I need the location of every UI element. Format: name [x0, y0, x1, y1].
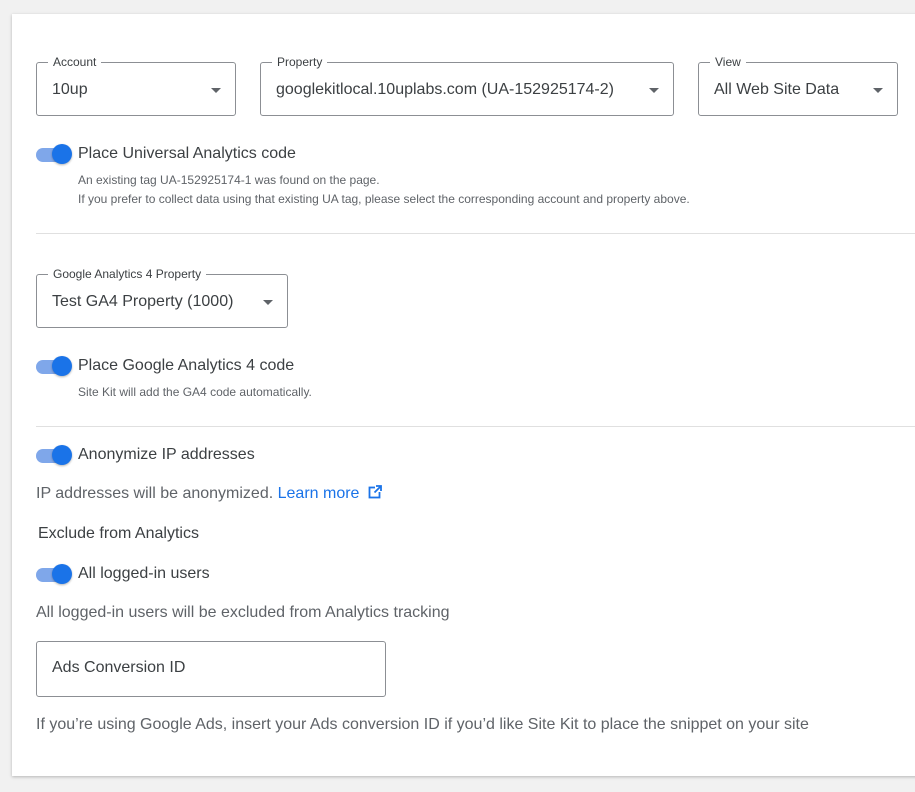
ga4-code-help: Site Kit will add the GA4 code automatic… — [78, 385, 312, 399]
ua-code-toggle-label[interactable]: Place Universal Analytics code — [78, 144, 296, 164]
chevron-down-icon — [649, 88, 659, 93]
anonymize-ip-description-row: IP addresses will be anonymized. Learn m… — [36, 484, 382, 504]
section-divider — [36, 426, 915, 427]
exclude-section-heading: Exclude from Analytics — [38, 525, 199, 542]
external-link-icon — [368, 485, 382, 499]
view-select-label: View — [710, 55, 746, 69]
exclude-logged-in-toggle-label[interactable]: All logged-in users — [78, 564, 210, 584]
anonymize-ip-description: IP addresses will be anonymized. — [36, 485, 274, 502]
property-select-label: Property — [272, 55, 328, 69]
exclude-logged-in-toggle[interactable] — [36, 563, 74, 585]
ga4-property-select-label: Google Analytics 4 Property — [48, 267, 207, 281]
toggle-thumb — [52, 144, 72, 164]
account-select[interactable]: Account 10up — [36, 55, 236, 116]
account-select-value: 10up — [52, 81, 88, 98]
account-select-label: Account — [48, 55, 102, 69]
property-select-value: googlekitlocal.10uplabs.com (UA-15292517… — [276, 81, 614, 98]
section-divider — [36, 233, 915, 234]
ads-conversion-id-placeholder: Ads Conversion ID — [52, 659, 186, 676]
chevron-down-icon — [873, 88, 883, 93]
chevron-down-icon — [263, 300, 273, 305]
exclude-logged-in-description: All logged-in users will be excluded fro… — [36, 604, 450, 621]
learn-more-link-label: Learn more — [277, 485, 360, 502]
chevron-down-icon — [211, 88, 221, 93]
ga4-property-select[interactable]: Google Analytics 4 Property Test GA4 Pro… — [36, 267, 288, 328]
ads-conversion-id-input[interactable]: Ads Conversion ID — [36, 641, 386, 697]
ga4-code-toggle-label[interactable]: Place Google Analytics 4 code — [78, 356, 294, 376]
ga4-code-toggle[interactable] — [36, 355, 74, 377]
ga4-property-select-value: Test GA4 Property (1000) — [52, 293, 234, 310]
toggle-thumb — [52, 564, 72, 584]
property-select[interactable]: Property googlekitlocal.10uplabs.com (UA… — [260, 55, 674, 116]
anonymize-ip-toggle[interactable] — [36, 444, 74, 466]
anonymize-ip-toggle-label[interactable]: Anonymize IP addresses — [78, 445, 255, 465]
toggle-thumb — [52, 356, 72, 376]
ua-existing-tag-notice: An existing tag UA-152925174-1 was found… — [78, 173, 380, 187]
ads-conversion-id-help: If you’re using Google Ads, insert your … — [36, 716, 809, 733]
ua-code-toggle[interactable] — [36, 143, 74, 165]
view-select-value: All Web Site Data — [714, 81, 840, 98]
view-select[interactable]: View All Web Site Data — [698, 55, 898, 116]
learn-more-link[interactable]: Learn more — [278, 485, 382, 502]
ua-existing-tag-instructions: If you prefer to collect data using that… — [78, 192, 690, 206]
toggle-thumb — [52, 445, 72, 465]
